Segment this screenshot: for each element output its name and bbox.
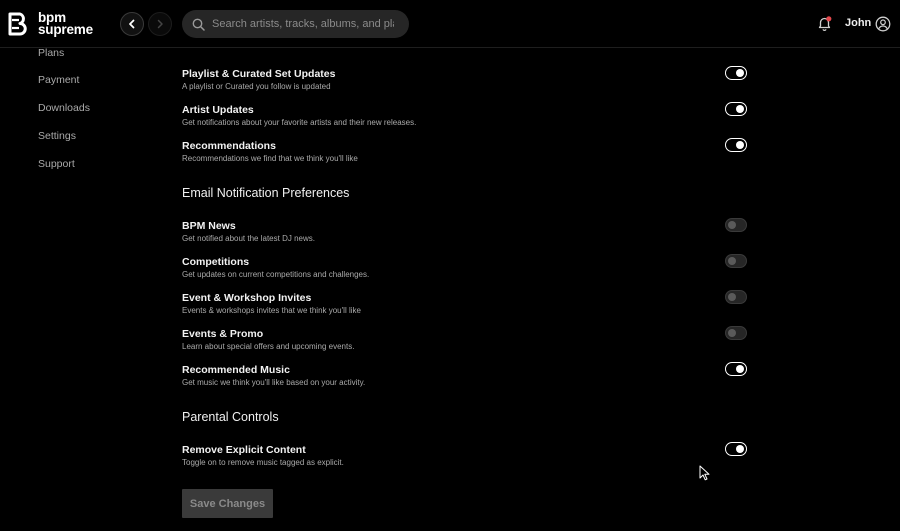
toggle-knob — [728, 328, 736, 337]
top-bar: bpm supreme John — [0, 0, 900, 48]
sidebar-item-support[interactable]: Support — [38, 158, 75, 170]
setting-playlist-updates: Playlist & Curated Set Updates A playlis… — [182, 66, 752, 98]
chevron-right-icon — [157, 19, 163, 29]
back-button[interactable] — [120, 12, 144, 36]
setting-title: Artist Updates — [182, 104, 254, 116]
save-changes-button[interactable]: Save Changes — [182, 489, 273, 518]
setting-description: Events & workshops invites that we think… — [182, 306, 361, 315]
setting-title: Competitions — [182, 256, 250, 268]
setting-events-promo: Events & Promo Learn about special offer… — [182, 326, 752, 358]
setting-competitions: Competitions Get updates on current comp… — [182, 254, 752, 286]
search-bar[interactable] — [182, 10, 409, 38]
recommendations-toggle[interactable] — [725, 138, 747, 152]
brand-wordmark: bpm supreme — [38, 11, 93, 37]
setting-description: A playlist or Curated you follow is upda… — [182, 82, 331, 91]
chevron-left-icon — [129, 19, 135, 29]
toggle-knob — [728, 220, 736, 229]
toggle-knob — [728, 256, 736, 265]
playlist-updates-toggle[interactable] — [725, 66, 747, 80]
setting-description: Learn about special offers and upcoming … — [182, 342, 355, 351]
setting-bpm-news: BPM News Get notified about the latest D… — [182, 218, 752, 250]
setting-title: BPM News — [182, 220, 236, 232]
user-circle-icon[interactable] — [875, 16, 891, 32]
setting-description: Get music we think you'll like based on … — [182, 378, 366, 387]
setting-title: Event & Workshop Invites — [182, 292, 312, 304]
bell-icon[interactable] — [816, 15, 833, 32]
events-promo-toggle[interactable] — [725, 326, 747, 340]
setting-description: Recommendations we find that we think yo… — [182, 154, 358, 163]
toggle-knob — [736, 140, 744, 149]
sidebar-item-settings[interactable]: Settings — [38, 130, 76, 142]
event-workshop-invites-toggle[interactable] — [725, 290, 747, 304]
email-section-title: Email Notification Preferences — [182, 186, 350, 200]
toggle-knob — [736, 364, 744, 373]
remove-explicit-toggle[interactable] — [725, 442, 747, 456]
forward-button[interactable] — [148, 12, 172, 36]
artist-updates-toggle[interactable] — [725, 102, 747, 116]
sidebar-item-plans[interactable]: Plans — [38, 47, 64, 59]
setting-artist-updates: Artist Updates Get notifications about y… — [182, 102, 752, 134]
setting-title: Events & Promo — [182, 328, 264, 340]
setting-title: Playlist & Curated Set Updates — [182, 68, 336, 80]
setting-title: Recommended Music — [182, 364, 290, 376]
setting-recommendations: Recommendations Recommendations we find … — [182, 138, 752, 170]
setting-event-workshop-invites: Event & Workshop Invites Events & worksh… — [182, 290, 752, 322]
setting-description: Toggle on to remove music tagged as expl… — [182, 458, 344, 467]
search-input[interactable] — [212, 18, 394, 30]
brand-line-2: supreme — [38, 22, 93, 37]
setting-recommended-music: Recommended Music Get music we think you… — [182, 362, 752, 394]
recommended-music-toggle[interactable] — [725, 362, 747, 376]
toggle-knob — [736, 444, 744, 453]
parental-section-title: Parental Controls — [182, 410, 279, 424]
toggle-knob — [736, 68, 744, 77]
brand-logo[interactable]: bpm supreme — [8, 11, 93, 37]
bpm-logo-icon — [8, 12, 27, 36]
sidebar-item-payment[interactable]: Payment — [38, 74, 79, 86]
search-icon — [192, 18, 205, 31]
setting-description: Get updates on current competitions and … — [182, 270, 370, 279]
toggle-knob — [728, 292, 736, 301]
setting-title: Recommendations — [182, 140, 276, 152]
sidebar-item-downloads[interactable]: Downloads — [38, 102, 90, 114]
user-name[interactable]: John — [845, 17, 871, 29]
toggle-knob — [736, 104, 744, 113]
setting-title: Remove Explicit Content — [182, 444, 306, 456]
setting-description: Get notified about the latest DJ news. — [182, 234, 315, 243]
competitions-toggle[interactable] — [725, 254, 747, 268]
setting-remove-explicit: Remove Explicit Content Toggle on to rem… — [182, 442, 752, 474]
setting-description: Get notifications about your favorite ar… — [182, 118, 417, 127]
bpm-news-toggle[interactable] — [725, 218, 747, 232]
mouse-cursor-icon — [699, 465, 710, 481]
